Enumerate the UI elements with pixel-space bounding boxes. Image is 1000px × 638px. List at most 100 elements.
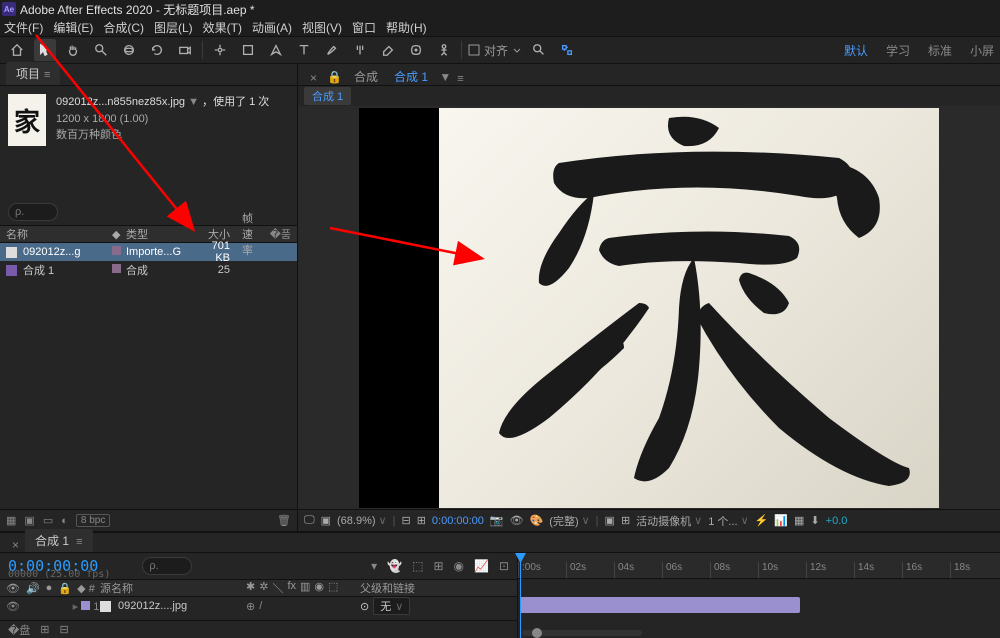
- video-toggle-icon[interactable]: 👁: [6, 600, 20, 613]
- pickwhip-icon[interactable]: ⊙: [360, 600, 369, 613]
- close-tab-icon[interactable]: ×: [304, 71, 323, 85]
- puppet-tool-icon[interactable]: [433, 39, 455, 61]
- display-icon[interactable]: 🖵: [304, 514, 315, 527]
- lock-switch-icon[interactable]: 🔒: [58, 582, 72, 595]
- comp-tab[interactable]: 🔒合成合成 1 ▼: [323, 68, 451, 85]
- zoom-slider[interactable]: [522, 630, 642, 636]
- interpret-icon[interactable]: ▦: [6, 514, 16, 527]
- eraser-tool-icon[interactable]: [377, 39, 399, 61]
- graph-icon[interactable]: 📈: [474, 559, 489, 573]
- draft3d-icon[interactable]: ⬚: [412, 559, 423, 573]
- col-fps[interactable]: 帧速率: [236, 210, 264, 258]
- workspace-standard[interactable]: 标准: [928, 42, 952, 59]
- lock-icon[interactable]: 🔒: [323, 70, 346, 84]
- collapse-icon[interactable]: ⊕: [246, 600, 255, 613]
- toggle-in-out-icon[interactable]: ⊟: [60, 623, 69, 636]
- flow-tab[interactable]: 合成 1: [304, 87, 351, 105]
- pen-tool-icon[interactable]: [265, 39, 287, 61]
- transparency-icon[interactable]: ⊞: [621, 514, 630, 527]
- hand-tool-icon[interactable]: [62, 39, 84, 61]
- brainstorm-icon[interactable]: ⊡: [499, 559, 509, 573]
- menu-layer[interactable]: 图层(L): [154, 19, 193, 36]
- selection-tool-icon[interactable]: [34, 39, 56, 61]
- project-search-input[interactable]: [8, 203, 58, 221]
- video-switch-icon[interactable]: 👁: [6, 582, 20, 595]
- menu-help[interactable]: 帮助(H): [386, 19, 427, 36]
- frame-blend-icon[interactable]: ⊞: [433, 559, 443, 573]
- col-tag[interactable]: ◆: [106, 228, 120, 241]
- new-folder-icon[interactable]: ▭: [43, 514, 53, 527]
- color-mgmt-icon[interactable]: 🎨: [530, 514, 544, 527]
- res-grid-icon[interactable]: ⊞: [417, 514, 426, 527]
- mode-blend-icon[interactable]: ▥: [300, 580, 310, 596]
- playhead[interactable]: [520, 553, 521, 638]
- workspace-learn[interactable]: 学习: [886, 42, 910, 59]
- shy-icon[interactable]: 👻: [387, 559, 402, 573]
- bpc-toggle[interactable]: 8 bpc: [76, 514, 110, 527]
- timeline-search-input[interactable]: [142, 557, 192, 575]
- fast-preview-icon[interactable]: ⚡: [755, 514, 769, 527]
- snapping-icon[interactable]: [556, 39, 578, 61]
- comp-flow-icon[interactable]: ▦: [794, 514, 804, 527]
- mode-fx-icon[interactable]: ✲: [259, 580, 268, 596]
- trash-icon[interactable]: 🗑: [277, 514, 291, 527]
- project-tab[interactable]: 项目≡: [6, 62, 60, 85]
- col-type[interactable]: 类型: [120, 226, 194, 242]
- menu-effect[interactable]: 效果(T): [203, 19, 242, 36]
- mode-adj-icon[interactable]: ⬚: [328, 580, 338, 596]
- menu-animation[interactable]: 动画(A): [252, 19, 292, 36]
- adjust-icon[interactable]: ◐: [61, 515, 68, 527]
- timeline-tracks[interactable]: :00s 02s 04s 06s 08s 10s 12s 14s 16s 18s: [518, 553, 1000, 638]
- rotate-tool-icon[interactable]: [146, 39, 168, 61]
- search-icon[interactable]: [528, 39, 550, 61]
- clone-tool-icon[interactable]: [349, 39, 371, 61]
- mode-fx2-icon[interactable]: fx: [287, 580, 296, 596]
- menu-window[interactable]: 窗口: [352, 19, 376, 36]
- layer-tag[interactable]: [81, 601, 90, 610]
- audio-switch-icon[interactable]: 🔊: [26, 582, 40, 595]
- panel-menu-icon[interactable]: ≡: [457, 73, 463, 85]
- toggle-modes-icon[interactable]: ⊞: [40, 623, 49, 636]
- mode-3d-icon[interactable]: ◉: [314, 580, 324, 596]
- home-icon[interactable]: [6, 39, 28, 61]
- toggle-mask-icon[interactable]: ▣: [321, 514, 331, 527]
- snap-toggle[interactable]: 对齐: [468, 42, 522, 59]
- layer-bar[interactable]: [520, 597, 800, 613]
- roto-tool-icon[interactable]: [405, 39, 427, 61]
- panel-menu-icon[interactable]: ≡: [73, 536, 82, 548]
- zoom-dropdown[interactable]: (68.9%) ∨: [337, 514, 387, 527]
- anchor-tool-icon[interactable]: [209, 39, 231, 61]
- time-ruler[interactable]: :00s 02s 04s 06s 08s 10s 12s 14s 16s 18s: [518, 553, 1000, 579]
- timeline-layer-row[interactable]: 👁 ▸ 1 092012z....jpg ⊕ / ⊙ 无 ∨: [0, 597, 517, 615]
- menu-file[interactable]: 文件(F): [4, 19, 43, 36]
- zoom-tool-icon[interactable]: [90, 39, 112, 61]
- comp-mini-icon[interactable]: ▾: [371, 559, 377, 573]
- exposure-control[interactable]: +0.0: [826, 515, 848, 527]
- render-icon[interactable]: ⬇: [810, 514, 819, 527]
- new-comp-icon[interactable]: ▣: [24, 514, 34, 527]
- col-name[interactable]: 名称: [0, 226, 106, 242]
- mode-shy-icon[interactable]: ✱: [246, 580, 255, 596]
- workspace-default[interactable]: 默认: [844, 42, 868, 59]
- workspace-small[interactable]: 小屏: [970, 42, 994, 59]
- res-half-icon[interactable]: ⊟: [401, 514, 410, 527]
- camera-tool-icon[interactable]: [174, 39, 196, 61]
- viewer[interactable]: [298, 106, 1000, 509]
- panel-menu-icon[interactable]: ≡: [44, 69, 50, 81]
- solo-switch-icon[interactable]: ●: [46, 582, 53, 595]
- close-tab-icon[interactable]: ×: [6, 538, 25, 552]
- views-dropdown[interactable]: 1 个... ∨: [708, 513, 748, 529]
- motion-blur-icon[interactable]: ◉: [454, 559, 464, 573]
- roi-icon[interactable]: ▣: [605, 514, 615, 527]
- rect-tool-icon[interactable]: [237, 39, 259, 61]
- project-row[interactable]: 合成 1 合成 25: [0, 261, 297, 279]
- show-snapshot-icon[interactable]: 👁: [510, 514, 524, 527]
- resolution-dropdown[interactable]: (完整) ∨: [549, 513, 589, 529]
- toggle-switches-icon[interactable]: �盘: [8, 622, 30, 638]
- brush-tool-icon[interactable]: [321, 39, 343, 61]
- parent-dropdown[interactable]: 无 ∨: [373, 597, 410, 615]
- menu-edit[interactable]: 编辑(E): [53, 19, 93, 36]
- text-tool-icon[interactable]: [293, 39, 315, 61]
- flowchart-icon[interactable]: �품: [264, 226, 297, 242]
- timeline-icon[interactable]: 📊: [774, 514, 788, 527]
